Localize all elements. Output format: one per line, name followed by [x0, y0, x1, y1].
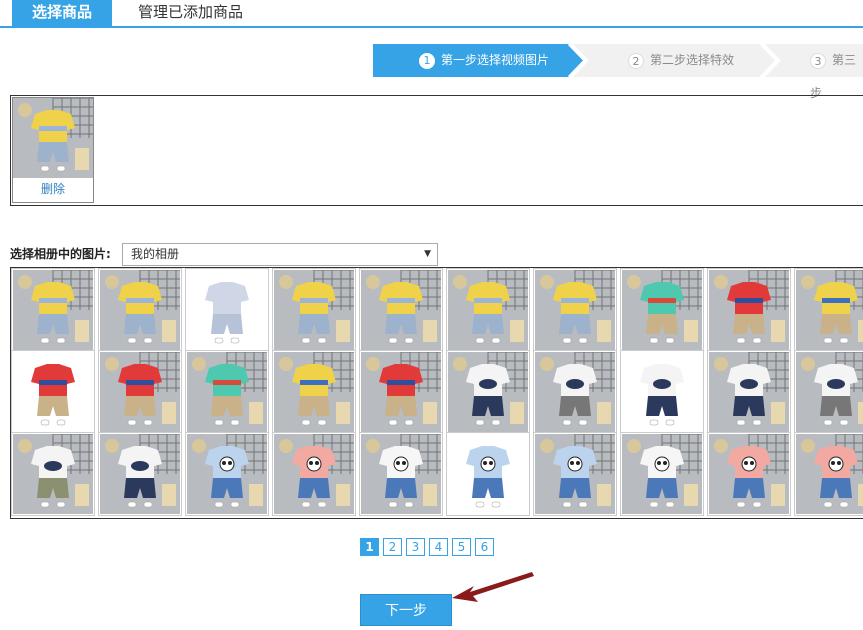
- step-3-number: 3: [810, 52, 826, 69]
- album-image-thumbnail: [187, 352, 267, 432]
- album-image-thumbnail: [709, 434, 789, 514]
- page-1-button[interactable]: 1: [360, 538, 379, 556]
- album-image-thumbnail: [361, 434, 441, 514]
- step-1-label: 第一步选择视频图片: [441, 53, 550, 67]
- step-1: 1 第一步选择视频图片: [419, 44, 629, 77]
- album-image[interactable]: [446, 350, 530, 434]
- tab-bar: 选择商品 管理已添加商品: [0, 0, 863, 28]
- step-2-number: 2: [628, 52, 644, 69]
- album-image[interactable]: [794, 350, 863, 434]
- album-image-thumbnail: [622, 352, 702, 432]
- album-image[interactable]: [272, 432, 356, 516]
- album-image-thumbnail: [535, 434, 615, 514]
- annotation-arrow-icon: [452, 572, 534, 602]
- album-image[interactable]: [446, 268, 530, 352]
- album-image-thumbnail: [448, 434, 528, 514]
- album-select[interactable]: 我的相册 ▼: [122, 243, 438, 266]
- album-image[interactable]: [11, 432, 95, 516]
- album-image-thumbnail: [187, 270, 267, 350]
- album-image[interactable]: [533, 350, 617, 434]
- album-image-thumbnail: [274, 434, 354, 514]
- album-image[interactable]: [533, 268, 617, 352]
- album-image[interactable]: [707, 350, 791, 434]
- page-6-button[interactable]: 6: [475, 538, 494, 556]
- album-image-thumbnail: [100, 270, 180, 350]
- page-3-button[interactable]: 3: [406, 538, 425, 556]
- album-image[interactable]: [359, 268, 443, 352]
- album-image[interactable]: [707, 268, 791, 352]
- album-image[interactable]: [98, 432, 182, 516]
- album-image-thumbnail: [448, 352, 528, 432]
- tab-select-products[interactable]: 选择商品: [12, 0, 112, 26]
- dropdown-arrow-icon: ▼: [424, 249, 431, 259]
- album-image-thumbnail: [13, 270, 93, 350]
- step-3: 3 第三步: [810, 44, 863, 100]
- selected-images-panel: 删除: [10, 95, 863, 206]
- album-image-thumbnail: [100, 352, 180, 432]
- album-image[interactable]: [359, 350, 443, 434]
- next-step-button[interactable]: 下一步: [360, 594, 452, 626]
- page-2-button[interactable]: 2: [383, 538, 402, 556]
- album-image[interactable]: [185, 268, 269, 352]
- album-selected-value: 我的相册: [131, 247, 180, 261]
- selected-image-thumbnail: [13, 98, 93, 178]
- album-image-thumbnail: [796, 434, 863, 514]
- album-image[interactable]: [359, 432, 443, 516]
- album-image-thumbnail: [361, 352, 441, 432]
- album-image[interactable]: [620, 432, 704, 516]
- album-image[interactable]: [11, 268, 95, 352]
- page-5-button[interactable]: 5: [452, 538, 471, 556]
- album-image-thumbnail: [274, 352, 354, 432]
- step-progress: 1 第一步选择视频图片 2 第二步选择特效 3 第三步: [373, 44, 863, 100]
- album-image[interactable]: [707, 432, 791, 516]
- album-image[interactable]: [272, 268, 356, 352]
- delete-link[interactable]: 删除: [13, 178, 93, 200]
- step-2: 2 第二步选择特效: [628, 44, 734, 77]
- selected-image-item: 删除: [12, 97, 94, 203]
- album-image[interactable]: [620, 350, 704, 434]
- album-image-thumbnail: [796, 352, 863, 432]
- album-image[interactable]: [98, 350, 182, 434]
- album-label: 选择相册中的图片:: [10, 247, 111, 261]
- album-image[interactable]: [185, 432, 269, 516]
- tab-manage-added-products[interactable]: 管理已添加商品: [138, 0, 243, 26]
- album-image-thumbnail: [187, 434, 267, 514]
- album-image[interactable]: [11, 350, 95, 434]
- album-image[interactable]: [98, 268, 182, 352]
- album-image-thumbnail: [535, 352, 615, 432]
- step-2-label: 第二步选择特效: [650, 53, 735, 67]
- album-image-thumbnail: [535, 270, 615, 350]
- album-image[interactable]: [446, 432, 530, 516]
- album-image-thumbnail: [796, 270, 863, 350]
- album-image[interactable]: [533, 432, 617, 516]
- step-1-number: 1: [419, 52, 435, 69]
- album-image-thumbnail: [709, 352, 789, 432]
- album-image[interactable]: [794, 268, 863, 352]
- pagination: 123456: [360, 538, 498, 558]
- album-image-thumbnail: [13, 352, 93, 432]
- album-image[interactable]: [185, 350, 269, 434]
- album-image-thumbnail: [709, 270, 789, 350]
- album-image-grid: [10, 267, 863, 519]
- album-image-thumbnail: [622, 434, 702, 514]
- page-4-button[interactable]: 4: [429, 538, 448, 556]
- album-image-thumbnail: [622, 270, 702, 350]
- album-image-thumbnail: [13, 434, 93, 514]
- album-image[interactable]: [272, 350, 356, 434]
- album-image-thumbnail: [100, 434, 180, 514]
- album-image-thumbnail: [361, 270, 441, 350]
- album-image-thumbnail: [448, 270, 528, 350]
- album-image[interactable]: [794, 432, 863, 516]
- album-image[interactable]: [620, 268, 704, 352]
- album-image-thumbnail: [274, 270, 354, 350]
